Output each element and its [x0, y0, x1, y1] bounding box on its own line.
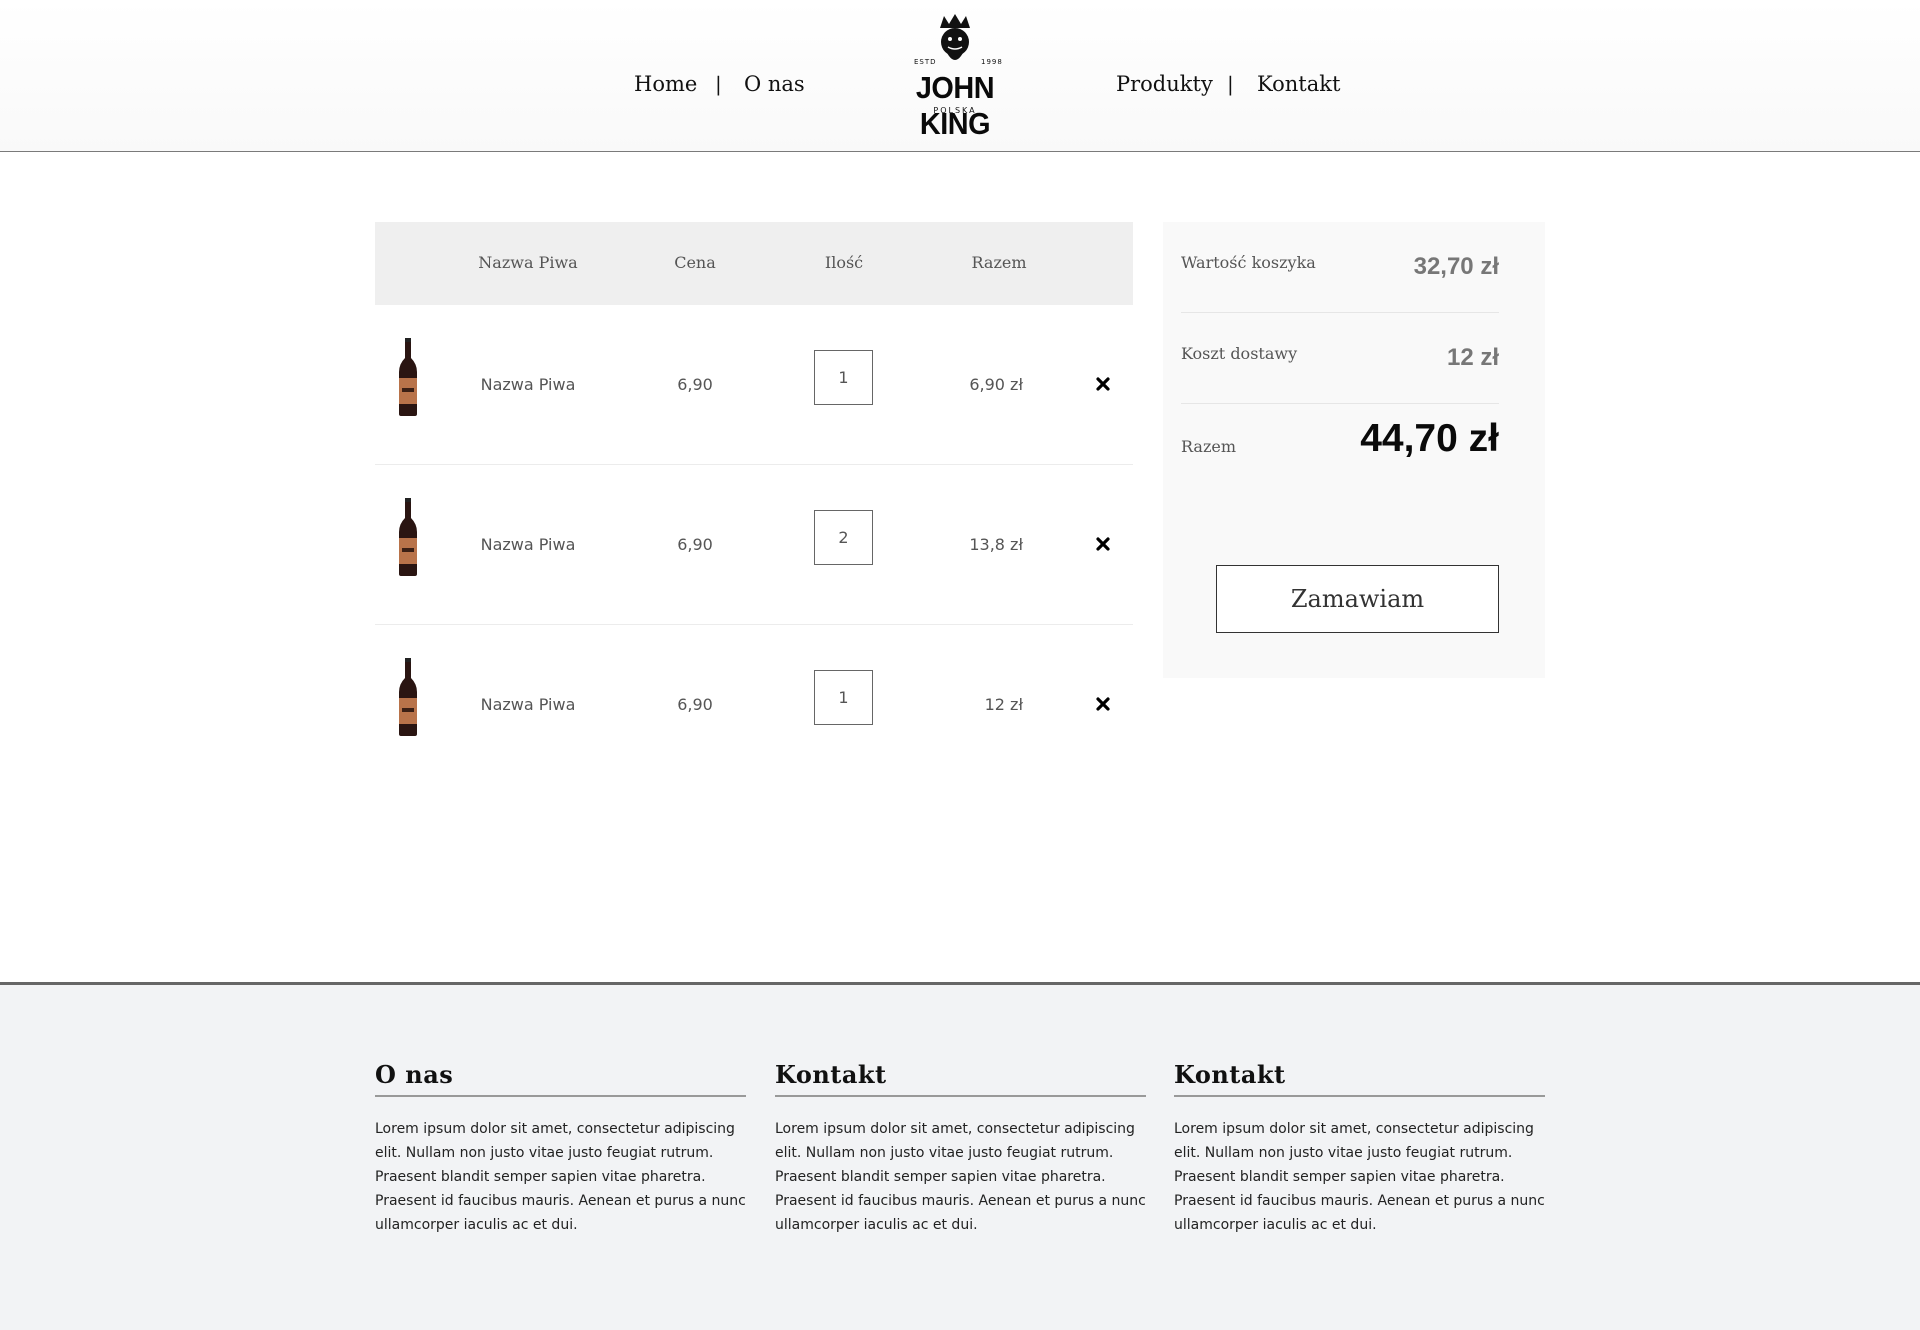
- beer-bottle-icon: [399, 658, 417, 736]
- brand-logo[interactable]: ESTD 1998 JOHN KING POLSKA: [878, 14, 1032, 141]
- footer-column-contact-2: Kontakt Lorem ipsum dolor sit amet, cons…: [1174, 1060, 1545, 1237]
- cart-table-header: Nazwa Piwa Cena Ilość Razem: [375, 222, 1133, 305]
- header-price: Cena: [674, 253, 716, 272]
- nav-about-link[interactable]: O nas: [744, 72, 805, 96]
- cart-summary: Wartość koszyka 32,70 zł Koszt dostawy 1…: [1163, 222, 1545, 678]
- footer-heading: Kontakt: [775, 1060, 1146, 1097]
- row-total: 12 zł: [984, 695, 1023, 714]
- cart-row: Nazwa Piwa 6,90 6,90 zł: [375, 305, 1133, 465]
- footer-text: Lorem ipsum dolor sit amet, consectetur …: [1174, 1121, 1545, 1233]
- cart-value-label: Wartość koszyka: [1181, 253, 1316, 272]
- total-value: 44,70 zł: [1360, 417, 1499, 460]
- row-product-name: Nazwa Piwa: [480, 375, 576, 394]
- beer-bottle-icon: [399, 338, 417, 416]
- site-footer: O nas Lorem ipsum dolor sit amet, consec…: [0, 982, 1920, 1330]
- close-icon[interactable]: [1090, 531, 1116, 557]
- summary-cart-value-row: Wartość koszyka 32,70 zł: [1181, 222, 1499, 313]
- close-icon[interactable]: [1090, 691, 1116, 717]
- cart-value: 32,70 zł: [1413, 253, 1499, 280]
- header-name: Nazwa Piwa: [478, 253, 578, 272]
- shipping-label: Koszt dostawy: [1181, 344, 1298, 363]
- footer-text: Lorem ipsum dolor sit amet, consectetur …: [775, 1121, 1146, 1233]
- row-product-name: Nazwa Piwa: [480, 535, 576, 554]
- summary-shipping-row: Koszt dostawy 12 zł: [1181, 313, 1499, 404]
- nav-contact-link[interactable]: Kontakt: [1257, 72, 1340, 96]
- row-total: 13,8 zł: [969, 535, 1023, 554]
- nav-separator: |: [1227, 72, 1234, 96]
- quantity-input[interactable]: [814, 510, 873, 565]
- cart-row: Nazwa Piwa 6,90 12 zł: [375, 625, 1133, 785]
- footer-column-about: O nas Lorem ipsum dolor sit amet, consec…: [375, 1060, 746, 1237]
- quantity-input[interactable]: [814, 670, 873, 725]
- footer-heading: O nas: [375, 1060, 746, 1097]
- shipping-value: 12 zł: [1446, 344, 1499, 371]
- footer-heading: Kontakt: [1174, 1060, 1545, 1097]
- cart-row: Nazwa Piwa 6,90 13,8 zł: [375, 465, 1133, 625]
- logo-subtitle: POLSKA: [933, 106, 977, 115]
- order-button[interactable]: Zamawiam: [1216, 565, 1499, 633]
- row-total: 6,90 zł: [969, 375, 1023, 394]
- nav-separator: |: [715, 72, 722, 96]
- row-price: 6,90: [677, 695, 713, 714]
- header-qty: Ilość: [824, 253, 864, 272]
- logo-estd: ESTD: [914, 58, 937, 66]
- logo-year: 1998: [981, 58, 1003, 66]
- footer-column-contact: Kontakt Lorem ipsum dolor sit amet, cons…: [775, 1060, 1146, 1237]
- total-label: Razem: [1181, 437, 1237, 456]
- cart-table: Nazwa Piwa Cena Ilość Razem Nazwa Piwa 6…: [375, 222, 1133, 785]
- footer-text: Lorem ipsum dolor sit amet, consectetur …: [375, 1121, 746, 1233]
- site-header: Home | O nas ESTD 1998 JOHN KING POLSKA …: [0, 0, 1920, 152]
- close-icon[interactable]: [1090, 371, 1116, 397]
- header-total: Razem: [971, 253, 1027, 272]
- summary-total-row: Razem 44,70 zł: [1181, 404, 1499, 504]
- nav-home-link[interactable]: Home: [634, 72, 697, 96]
- row-product-name: Nazwa Piwa: [480, 695, 576, 714]
- quantity-input[interactable]: [814, 350, 873, 405]
- nav-products-link[interactable]: Produkty: [1116, 72, 1213, 96]
- beer-bottle-icon: [399, 498, 417, 576]
- row-price: 6,90: [677, 535, 713, 554]
- row-price: 6,90: [677, 375, 713, 394]
